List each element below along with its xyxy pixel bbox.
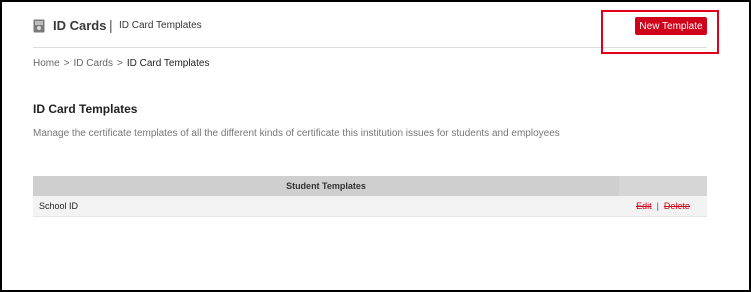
highlight-box: [601, 10, 719, 54]
title-divider: |: [109, 17, 113, 33]
table-header-row: Student Templates: [33, 176, 707, 196]
breadcrumb: Home > ID Cards > ID Card Templates: [33, 58, 209, 69]
page-subtitle: ID Card Templates: [119, 20, 202, 31]
column-header-actions: [619, 176, 707, 196]
row-actions: Edit | Delete: [619, 196, 707, 217]
breadcrumb-current: ID Card Templates: [126, 58, 210, 69]
app-title: ID Cards: [53, 18, 107, 33]
action-separator: |: [656, 201, 659, 211]
breadcrumb-separator: >: [116, 58, 123, 69]
breadcrumb-home[interactable]: Home: [33, 58, 60, 69]
template-name: School ID: [33, 196, 619, 217]
templates-table: Student Templates School ID Edit | Delete: [33, 176, 707, 217]
table-row: School ID Edit | Delete: [33, 196, 707, 217]
page-title: ID Card Templates: [33, 102, 138, 116]
delete-link[interactable]: Delete: [664, 201, 690, 211]
app-frame: ID Cards | ID Card Templates New Templat…: [0, 0, 751, 292]
breadcrumb-separator: >: [63, 58, 70, 69]
breadcrumb-id-cards[interactable]: ID Cards: [74, 58, 113, 69]
page-description: Manage the certificate templates of all …: [33, 128, 560, 139]
edit-link[interactable]: Edit: [636, 201, 652, 211]
column-header-student-templates: Student Templates: [33, 176, 619, 196]
id-card-icon: [33, 19, 45, 33]
